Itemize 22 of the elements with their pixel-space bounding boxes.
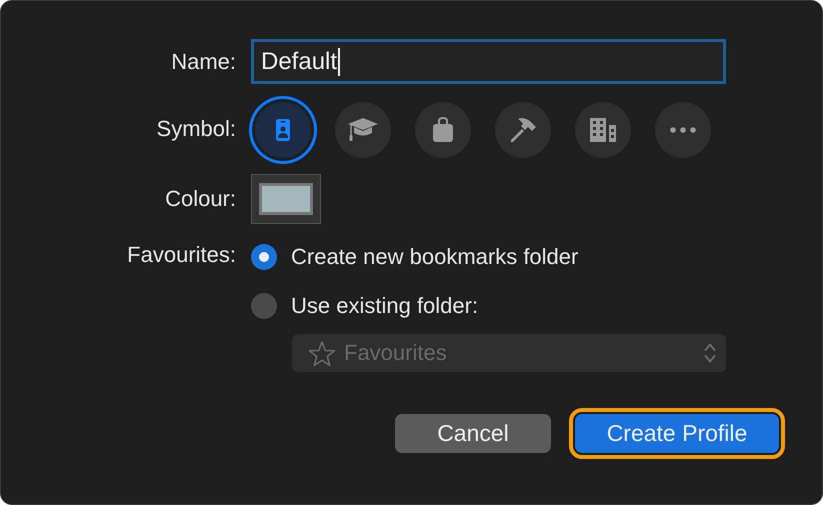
create-profile-button[interactable]: Create Profile — [575, 414, 779, 453]
radio-button[interactable] — [251, 292, 277, 318]
up-down-chevron-icon — [704, 342, 716, 364]
graduation-cap-icon — [347, 117, 379, 143]
symbol-button[interactable] — [255, 102, 311, 158]
field-label: Favourites: — [126, 242, 236, 268]
field-label: Colour: — [164, 186, 236, 212]
field-label: Symbol: — [156, 116, 236, 142]
cancel-button[interactable]: Cancel — [395, 414, 551, 453]
popup-value: Favourites — [344, 340, 447, 366]
star-icon — [308, 340, 336, 366]
field-label: Name: — [170, 48, 236, 74]
id-card-icon — [276, 119, 290, 141]
bag-icon — [432, 117, 454, 143]
radio-label[interactable]: Create new bookmarks folder — [291, 244, 578, 270]
radio-label[interactable]: Use existing folder: — [291, 292, 478, 318]
hammer-icon — [508, 115, 538, 145]
name-field[interactable]: Default — [251, 39, 726, 84]
building-icon — [589, 117, 617, 143]
radio-button[interactable] — [251, 244, 277, 270]
more-icon — [670, 127, 696, 133]
colour-well[interactable] — [251, 174, 321, 224]
